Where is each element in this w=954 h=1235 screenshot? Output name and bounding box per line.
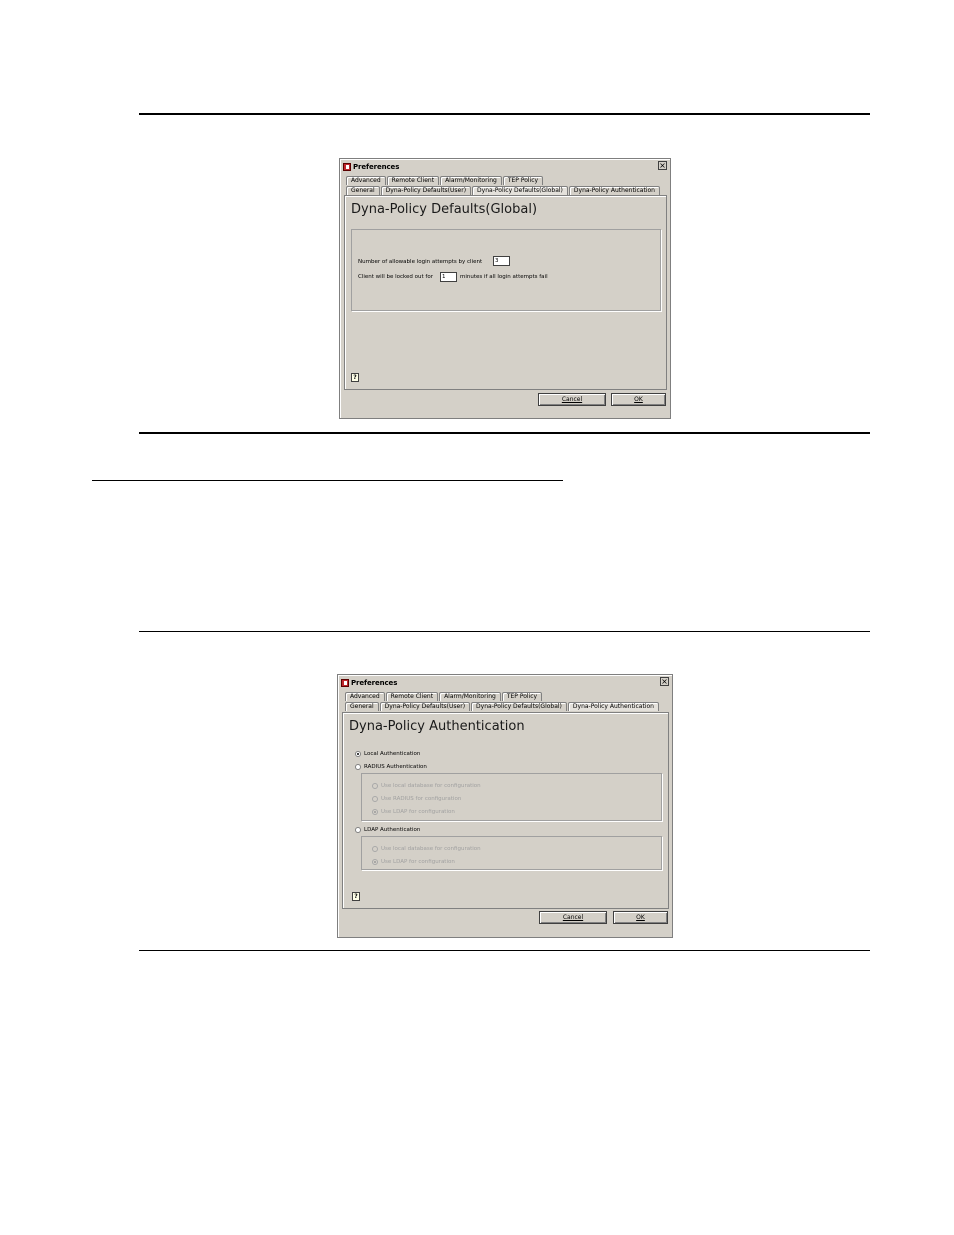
radius-option-label: Use LDAP for configuration — [381, 809, 455, 815]
close-icon[interactable]: × — [658, 161, 667, 170]
preferences-dialog-global: Preferences × Advanced Remote Client Ala… — [339, 158, 671, 419]
radius-option-ldap[interactable]: Use LDAP for configuration — [372, 809, 455, 815]
preferences-dialog-authentication: Preferences × Advanced Remote Client Ala… — [337, 674, 673, 938]
tab-panel: Dyna-Policy Authentication Local Authent… — [342, 712, 669, 909]
login-settings-group: Number of allowable login attempts by cl… — [351, 229, 661, 311]
tab-dyna-policy-defaults-global[interactable]: Dyna-Policy Defaults(Global) — [471, 702, 567, 711]
radio-icon — [372, 783, 378, 789]
dialog-title: Preferences — [351, 678, 398, 687]
lockout-minutes-field[interactable]: 1 — [440, 272, 457, 282]
app-icon — [343, 162, 351, 171]
cancel-button[interactable]: Cancel — [539, 911, 607, 924]
tab-dyna-policy-defaults-global[interactable]: Dyna-Policy Defaults(Global) — [472, 186, 568, 195]
tab-dyna-policy-authentication[interactable]: Dyna-Policy Authentication — [568, 186, 660, 195]
login-attempts-label: Number of allowable login attempts by cl… — [358, 259, 483, 265]
radius-options-group: Use local database for configuration Use… — [361, 773, 662, 821]
ldap-options-group: Use local database for configuration Use… — [361, 836, 662, 870]
cancel-button[interactable]: Cancel — [538, 393, 606, 406]
help-icon[interactable]: ? — [351, 373, 359, 382]
rule-above-figure-2 — [139, 631, 870, 632]
tab-alarm-monitoring[interactable]: Alarm/Monitoring — [439, 692, 501, 701]
radius-option-label: Use local database for configuration — [381, 783, 481, 789]
radius-auth-radio[interactable]: RADIUS Authentication — [355, 764, 427, 770]
ldap-option-ldap[interactable]: Use LDAP for configuration — [372, 859, 455, 865]
ok-button[interactable]: OK — [613, 911, 668, 924]
title-bar[interactable]: Preferences × — [342, 161, 668, 172]
help-icon[interactable]: ? — [352, 892, 360, 901]
radio-icon — [372, 796, 378, 802]
section-underline — [92, 480, 563, 481]
ldap-option-label: Use LDAP for configuration — [381, 859, 455, 865]
close-icon[interactable]: × — [660, 677, 669, 686]
top-rule — [139, 113, 870, 115]
panel-title: Dyna-Policy Defaults(Global) — [351, 202, 538, 217]
radio-icon — [372, 859, 378, 865]
tab-general[interactable]: General — [346, 186, 380, 195]
panel-title: Dyna-Policy Authentication — [349, 719, 525, 734]
dialog-title: Preferences — [353, 162, 400, 171]
lockout-suffix-label: minutes if all login attempts fail — [460, 274, 548, 280]
radio-icon — [355, 751, 361, 757]
rule-below-figure-2 — [139, 950, 870, 951]
login-attempts-field[interactable]: 3 — [493, 256, 510, 266]
radius-option-label: Use RADIUS for configuration — [381, 796, 462, 802]
local-auth-radio[interactable]: Local Authentication — [355, 751, 420, 757]
tab-panel: Dyna-Policy Defaults(Global) Number of a… — [344, 195, 667, 390]
ok-button[interactable]: OK — [611, 393, 666, 406]
tab-dyna-policy-authentication[interactable]: Dyna-Policy Authentication — [567, 702, 659, 711]
radio-icon — [372, 809, 378, 815]
tab-general[interactable]: General — [345, 702, 379, 711]
radio-icon — [355, 764, 361, 770]
radio-icon — [372, 846, 378, 852]
tab-advanced[interactable]: Advanced — [346, 176, 386, 185]
tab-alarm-monitoring[interactable]: Alarm/Monitoring — [440, 176, 502, 185]
tab-remote-client[interactable]: Remote Client — [385, 692, 439, 701]
radius-auth-label: RADIUS Authentication — [364, 764, 427, 770]
local-auth-label: Local Authentication — [364, 751, 421, 757]
ldap-option-local-db[interactable]: Use local database for configuration — [372, 846, 481, 852]
ldap-auth-label: LDAP Authentication — [364, 827, 421, 833]
radio-icon — [355, 827, 361, 833]
tab-dyna-policy-defaults-user[interactable]: Dyna-Policy Defaults(User) — [379, 702, 471, 711]
tab-tep-policy[interactable]: TEP Policy — [501, 692, 543, 701]
radius-option-local-db[interactable]: Use local database for configuration — [372, 783, 481, 789]
lockout-prefix-label: Client will be locked out for — [358, 274, 433, 280]
rule-below-figure-1 — [139, 432, 870, 434]
tab-remote-client[interactable]: Remote Client — [386, 176, 440, 185]
app-icon — [341, 678, 349, 687]
title-bar[interactable]: Preferences × — [340, 677, 670, 688]
ldap-option-label: Use local database for configuration — [381, 846, 481, 852]
radius-option-radius[interactable]: Use RADIUS for configuration — [372, 796, 461, 802]
tab-dyna-policy-defaults-user[interactable]: Dyna-Policy Defaults(User) — [380, 186, 472, 195]
ldap-auth-radio[interactable]: LDAP Authentication — [355, 827, 420, 833]
tab-advanced[interactable]: Advanced — [345, 692, 385, 701]
tab-tep-policy[interactable]: TEP Policy — [502, 176, 544, 185]
